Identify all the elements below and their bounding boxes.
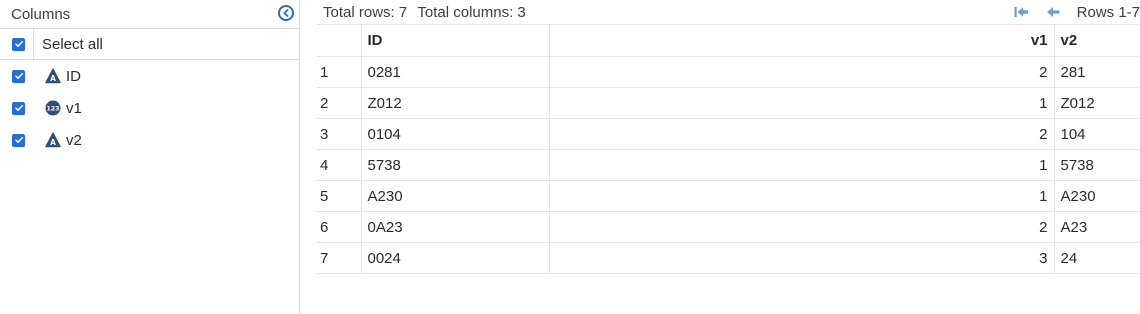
- header-row: ID v1 v2: [317, 24, 1140, 57]
- table-row: 4 5738 1 5738: [317, 149, 1140, 181]
- id-cell: 5738: [361, 149, 550, 181]
- header-v1[interactable]: v1: [549, 24, 1055, 57]
- data-table-area: Total rows: 7 Total columns: 3 Rows 1-7: [317, 0, 1140, 314]
- table-row: 2 Z012 1 Z012: [317, 87, 1140, 119]
- column-checkbox[interactable]: [12, 133, 25, 147]
- v2-cell: 24: [1054, 242, 1140, 274]
- svg-text:123: 123: [47, 106, 60, 113]
- id-cell: A230: [361, 180, 550, 212]
- id-cell: 0A23: [361, 211, 550, 243]
- character-type-icon: A: [45, 68, 61, 84]
- header-v2[interactable]: v2: [1054, 24, 1140, 57]
- column-name: v1: [66, 99, 82, 117]
- table-row: 7 0024 3 24: [317, 242, 1140, 274]
- checkmark-icon: [14, 105, 23, 111]
- column-checkbox[interactable]: [12, 69, 25, 83]
- id-cell: 0024: [361, 242, 550, 274]
- data-grid: ID v1 v2 1 0281 2 281 2 Z012 1 Z012 3 01…: [317, 24, 1140, 274]
- rows-range-text: Rows 1-7: [1076, 3, 1140, 21]
- row-index-cell: 3: [317, 118, 362, 150]
- select-all-row[interactable]: Select all: [0, 28, 299, 60]
- column-item-id[interactable]: A ID: [0, 60, 299, 92]
- v2-cell: A230: [1054, 180, 1140, 212]
- checkmark-icon: [14, 41, 23, 47]
- row-index-cell: 7: [317, 242, 362, 274]
- v2-cell: Z012: [1054, 87, 1140, 119]
- column-name: ID: [66, 67, 81, 85]
- header-index: [317, 24, 362, 57]
- columns-panel: Columns Select all A ID 123 v1 A v2: [0, 0, 300, 314]
- v1-cell: 2: [549, 56, 1055, 88]
- chevron-left-icon: [283, 9, 289, 17]
- v2-cell: 281: [1054, 56, 1140, 88]
- v1-cell: 2: [549, 211, 1055, 243]
- id-cell: Z012: [361, 87, 550, 119]
- row-index-cell: 6: [317, 211, 362, 243]
- v2-cell: 5738: [1054, 149, 1140, 181]
- total-columns-text: Total columns: 3: [417, 3, 526, 21]
- columns-panel-header: Columns: [0, 0, 299, 28]
- column-list: A ID 123 v1 A v2: [0, 60, 299, 156]
- row-index-cell: 5: [317, 180, 362, 212]
- v1-cell: 1: [549, 87, 1055, 119]
- column-checkbox[interactable]: [12, 101, 25, 115]
- v2-cell: A23: [1054, 211, 1140, 243]
- table-row: 3 0104 2 104: [317, 118, 1140, 150]
- first-page-button[interactable]: [1013, 4, 1029, 20]
- column-name: v2: [66, 131, 82, 149]
- table-row: 5 A230 1 A230: [317, 180, 1140, 212]
- id-cell: 0281: [361, 56, 550, 88]
- pager: Rows 1-7: [1013, 0, 1140, 24]
- arrow-left-icon: [1046, 7, 1060, 17]
- first-page-icon: [1014, 7, 1028, 17]
- v2-cell: 104: [1054, 118, 1140, 150]
- checkmark-icon: [14, 137, 23, 143]
- row-index-cell: 2: [317, 87, 362, 119]
- v1-cell: 2: [549, 118, 1055, 150]
- select-all-checkbox[interactable]: [12, 37, 25, 51]
- svg-text:A: A: [50, 138, 56, 147]
- table-row: 6 0A23 2 A23: [317, 211, 1140, 243]
- select-all-divider: [33, 29, 34, 59]
- v1-cell: 1: [549, 149, 1055, 181]
- numeric-type-icon: 123: [45, 100, 61, 116]
- table-row: 1 0281 2 281: [317, 56, 1140, 88]
- table-toolbar: Total rows: 7 Total columns: 3 Rows 1-7: [317, 0, 1140, 24]
- character-type-icon: A: [45, 132, 61, 148]
- column-item-v2[interactable]: A v2: [0, 124, 299, 156]
- collapse-panel-button[interactable]: [278, 5, 294, 21]
- checkmark-icon: [14, 73, 23, 79]
- select-all-label: Select all: [42, 35, 103, 53]
- row-index-cell: 1: [317, 56, 362, 88]
- previous-page-button[interactable]: [1045, 4, 1061, 20]
- column-item-v1[interactable]: 123 v1: [0, 92, 299, 124]
- columns-panel-title: Columns: [11, 5, 71, 23]
- id-cell: 0104: [361, 118, 550, 150]
- v1-cell: 1: [549, 180, 1055, 212]
- header-id[interactable]: ID: [361, 24, 550, 57]
- svg-text:A: A: [50, 74, 56, 83]
- row-index-cell: 4: [317, 149, 362, 181]
- total-rows-text: Total rows: 7: [323, 3, 408, 21]
- table-summary: Total rows: 7 Total columns: 3: [323, 4, 526, 21]
- v1-cell: 3: [549, 242, 1055, 274]
